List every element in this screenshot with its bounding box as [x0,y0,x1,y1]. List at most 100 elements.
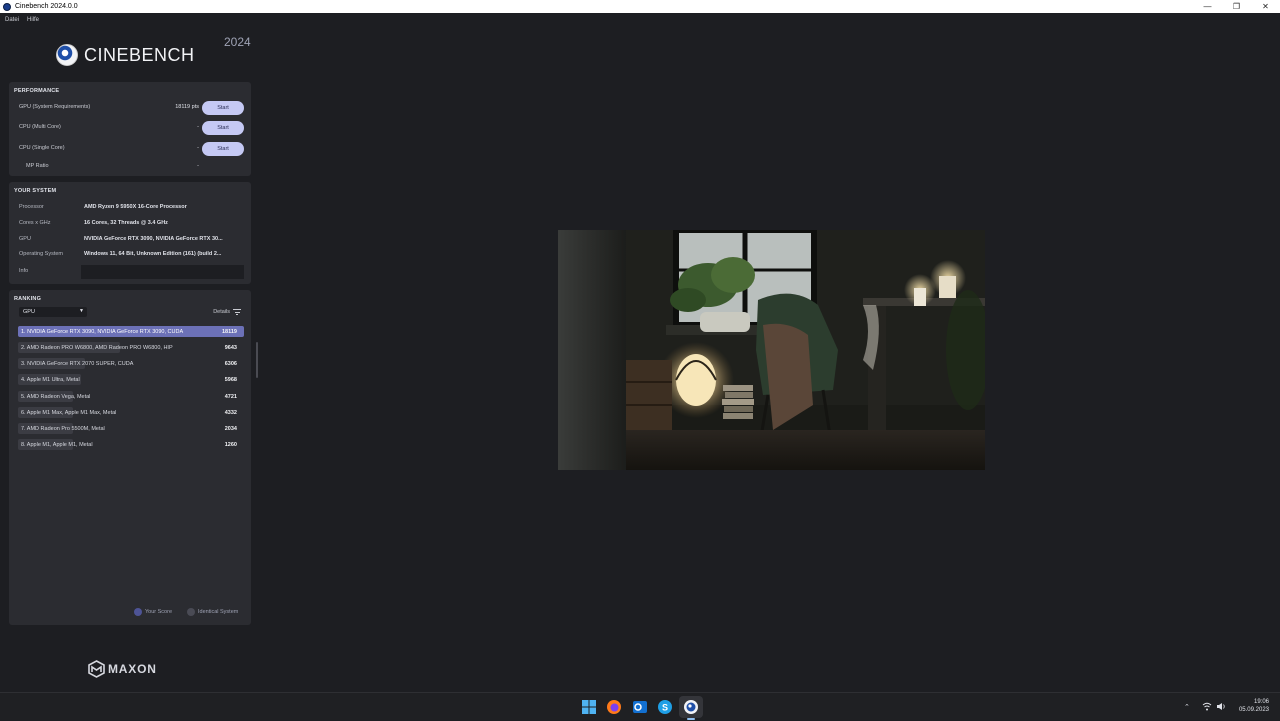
system-row-cores: Cores x GHz 16 Cores, 32 Threads @ 3.4 G… [9,218,251,230]
system-label: Info [19,268,29,274]
tray-overflow-icon[interactable]: ⌃ [1184,693,1190,721]
ranking-row[interactable]: 7. AMD Radeon Pro 5500M, Metal 2034 [18,423,244,434]
menu-item-hilfe[interactable]: Hilfe [27,17,39,23]
legend-identical-system: Identical System [187,608,238,616]
perf-label: GPU (System Requirements) [19,104,91,110]
cinebench-app-icon [3,2,11,11]
maxon-logo-icon [88,660,105,678]
render-image [558,230,985,470]
window-controls: — ❐ ✕ [1193,0,1280,13]
panel-resize-handle[interactable] [256,342,258,378]
cinebench-logo-icon [56,44,78,66]
system-row-processor: Processor AMD Ryzen 9 5950X 16-Core Proc… [9,202,251,214]
perf-row-gpu: GPU (System Requirements) 18119 pts Star… [9,101,251,115]
ranking-row[interactable]: 8. Apple M1, Apple M1, Metal 1260 [18,439,244,450]
ranking-score: 4721 [224,393,237,400]
ranking-name: 1. NVIDIA GeForce RTX 3090, NVIDIA GeFor… [21,328,184,335]
ranking-title: RANKING [14,296,42,302]
filter-icon [233,309,241,315]
ranking-panel: RANKING GPU ▼ Details 1. NVIDIA GeForce … [9,290,251,625]
perf-label: MP Ratio [26,163,49,169]
ranking-row[interactable]: 5. AMD Radeon Vega, Metal 4721 [18,391,244,402]
version-label: 2024 [224,35,251,49]
ranking-row[interactable]: 6. Apple M1 Max, Apple M1 Max, Metal 4332 [18,407,244,418]
perf-value: - [197,163,199,169]
chevron-down-icon: ▼ [79,308,84,314]
perf-row-cpu-multi: CPU (Multi Core) - Start [9,121,251,135]
cinebench-logo: CINEBENCH [56,44,195,66]
legend-label: Your Score [145,609,173,615]
info-input[interactable] [81,265,244,279]
logo-text: CINEBENCH [84,44,195,65]
render-viewport [558,230,985,470]
legend-label: Identical System [198,609,239,615]
ranking-score: 6306 [224,360,237,367]
system-label: Operating System [19,251,64,257]
ranking-score: 18119 [222,328,237,335]
system-label: Processor [19,204,44,210]
ranking-type-select[interactable]: GPU ▼ [19,307,87,317]
legend-dot [134,608,142,616]
ranking-name: 3. NVIDIA GeForce RTX 2070 SUPER, CUDA [21,360,134,367]
close-button[interactable]: ✕ [1251,0,1280,13]
system-value: NVIDIA GeForce RTX 3090, NVIDIA GeForce … [84,236,223,242]
menu-bar: Datei Hilfe [0,13,1280,26]
firefox-icon[interactable] [606,699,622,715]
perf-value: - [197,145,199,151]
details-label: Details [213,309,230,315]
system-value: Windows 11, 64 Bit, Unknown Edition (161… [84,251,222,257]
ranking-score: 2034 [224,425,237,432]
outlook-icon[interactable] [632,699,648,715]
clock-time: 19:06 [1253,699,1269,705]
perf-value: 18119 pts [175,104,199,110]
ranking-score: 4332 [224,409,237,416]
system-value: AMD Ryzen 9 5950X 16-Core Processor [84,204,187,210]
ranking-name: 8. Apple M1, Apple M1, Metal [21,441,93,448]
window-title: Cinebench 2024.0.0 [15,3,78,10]
ranking-row[interactable]: 3. NVIDIA GeForce RTX 2070 SUPER, CUDA 63… [18,358,244,369]
cinebench-icon[interactable] [683,699,699,715]
details-button[interactable]: Details [213,309,241,315]
system-row-gpu: GPU NVIDIA GeForce RTX 3090, NVIDIA GeFo… [9,234,251,246]
volume-icon[interactable] [1216,702,1226,711]
minimize-button[interactable]: — [1193,0,1222,13]
system-label: GPU [19,236,31,242]
ranking-score: 9643 [224,344,237,351]
maxon-logo-text: MAXON [108,662,157,676]
taskbar: S ⌃ 19:06 05.09.2023 [0,692,1280,720]
perf-label: CPU (Multi Core) [19,124,61,130]
ranking-name: 4. Apple M1 Ultra, Metal [21,376,80,383]
ranking-row[interactable]: 2. AMD Radeon PRO W6800, AMD Radeon PRO … [18,342,244,353]
perf-row-mp-ratio: MP Ratio - [9,160,251,174]
start-gpu-button[interactable]: Start [202,101,244,115]
start-cpu-multi-button[interactable]: Start [202,121,244,135]
window-titlebar: Cinebench 2024.0.0 — ❐ ✕ [0,0,1280,13]
performance-panel: PERFORMANCE GPU (System Requirements) 18… [9,82,251,176]
start-cpu-single-button[interactable]: Start [202,142,244,156]
svg-text:S: S [662,703,668,713]
ranking-name: 6. Apple M1 Max, Apple M1 Max, Metal [21,409,117,416]
system-row-os: Operating System Windows 11, 64 Bit, Unk… [9,249,251,261]
clock-date: 05.09.2023 [1238,707,1269,713]
ranking-name: 5. AMD Radeon Vega, Metal [21,393,91,400]
ranking-name: 2. AMD Radeon PRO W6800, AMD Radeon PRO … [21,344,173,351]
windows-start-icon[interactable] [581,699,597,715]
system-label: Cores x GHz [19,220,51,226]
ranking-type-value: GPU [23,309,35,315]
system-title: YOUR SYSTEM [14,188,57,194]
legend-your-score: Your Score [134,608,172,616]
system-clock[interactable]: 19:06 05.09.2023 [1239,698,1269,714]
legend-dot [187,608,195,616]
perf-value: - [197,124,199,130]
ranking-row[interactable]: 4. Apple M1 Ultra, Metal 5968 [18,374,244,385]
restore-button[interactable]: ❐ [1222,0,1251,13]
system-value: 16 Cores, 32 Threads @ 3.4 GHz [84,220,168,226]
perf-row-cpu-single: CPU (Single Core) - Start [9,142,251,156]
menu-item-datei[interactable]: Datei [5,17,19,23]
ranking-score: 5968 [224,376,237,383]
wifi-icon[interactable] [1202,702,1212,711]
ranking-score: 1260 [224,441,237,448]
ranking-row[interactable]: 1. NVIDIA GeForce RTX 3090, NVIDIA GeFor… [18,326,244,337]
skype-icon[interactable]: S [657,699,673,715]
your-system-panel: YOUR SYSTEM Processor AMD Ryzen 9 5950X … [9,182,251,284]
